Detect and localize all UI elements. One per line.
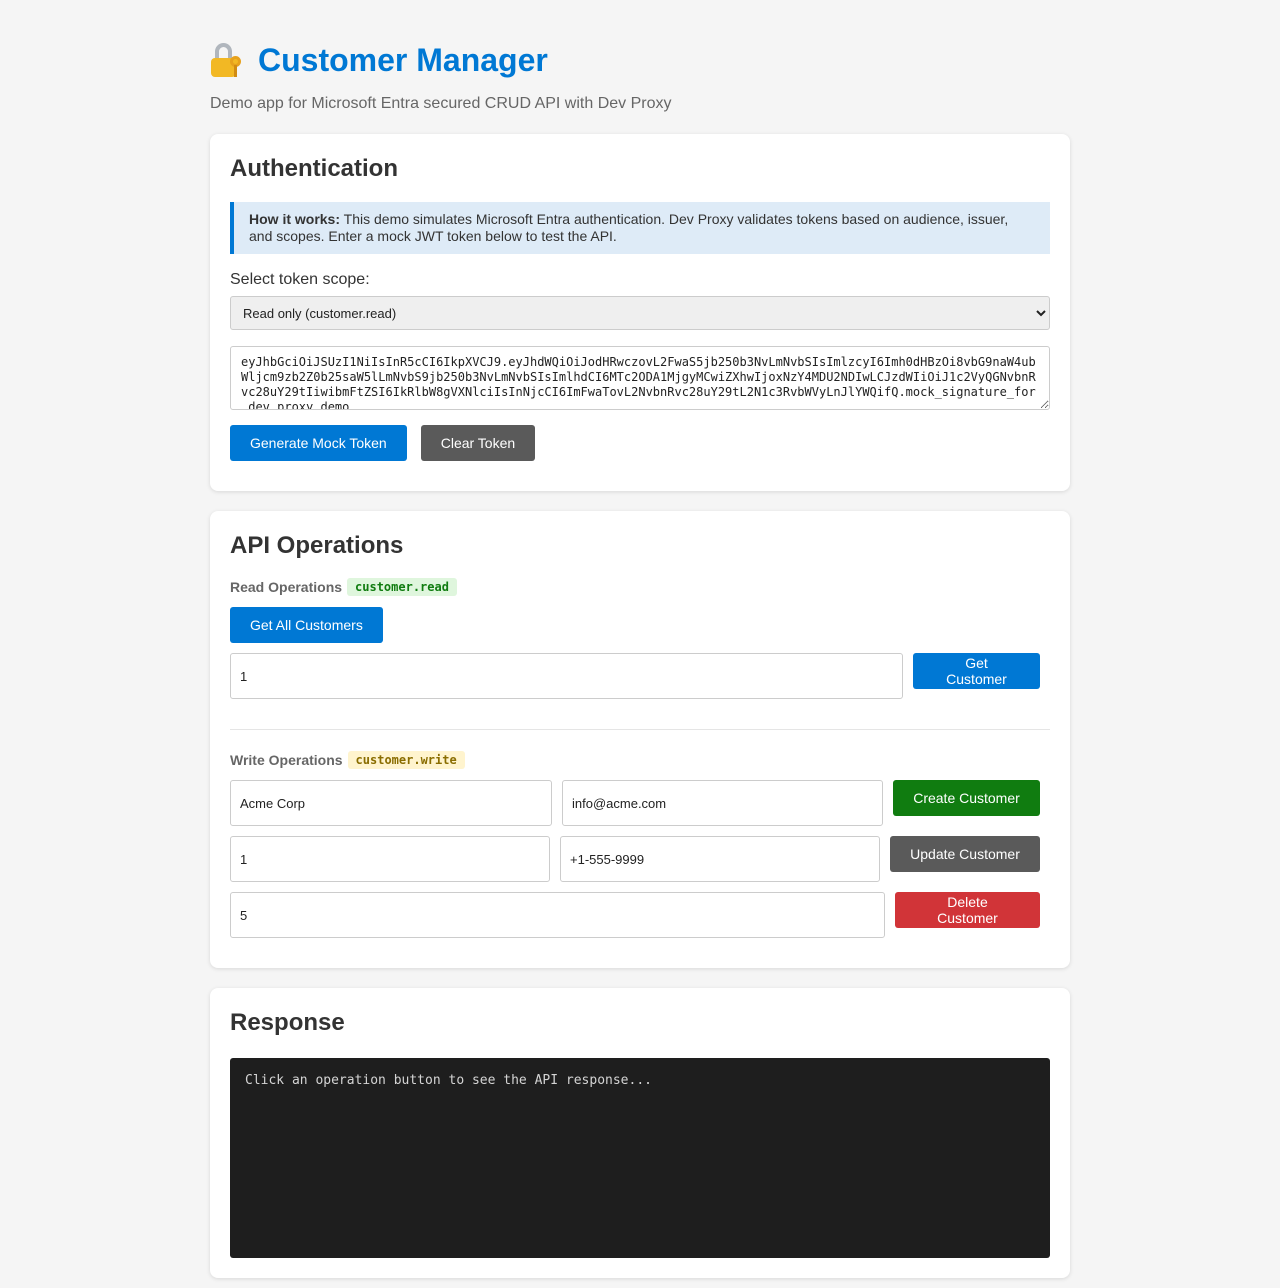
get-customer-id-input[interactable] [230,653,903,699]
token-scope-select[interactable]: Read only (customer.read) [230,296,1050,330]
page-subtitle: Demo app for Microsoft Entra secured CRU… [210,95,672,112]
locked-with-key-icon [210,42,244,78]
get-all-customers-button[interactable]: Get All Customers [230,607,383,643]
page-title-text: Customer Manager [258,42,548,78]
update-phone-input[interactable] [560,836,880,882]
token-textarea[interactable]: eyJhbGciOiJSUzI1NiIsInR5cCI6IkpXVCJ9.eyJ… [230,346,1050,410]
page-title: Customer Manager [210,40,1070,80]
api-operations-heading: API Operations [230,532,404,559]
create-email-input[interactable] [562,780,883,826]
response-card: Response Click an operation button to se… [210,988,1070,1278]
update-customer-button[interactable]: Update Customer [890,836,1040,872]
token-scope-label: Select token scope: [230,271,370,288]
api-operations-card: API Operations Read Operations customer.… [210,511,1070,968]
authentication-card: Authentication How it works: This demo s… [210,134,1070,491]
write-operations-label: Write Operations [230,752,343,768]
get-customer-button[interactable]: Get Customer [913,653,1040,689]
clear-token-button[interactable]: Clear Token [420,425,536,461]
info-bold-label: How it works: [249,211,341,227]
response-output: Click an operation button to see the API… [230,1058,1050,1258]
delete-id-input[interactable] [230,892,885,938]
generate-mock-token-button[interactable]: Generate Mock Token [230,425,407,461]
divider [230,729,1050,730]
authentication-heading: Authentication [230,155,398,182]
page-container: Customer Manager Demo app for Microsoft … [210,0,1070,1278]
read-scope-badge: customer.read [347,578,457,596]
update-id-input[interactable] [230,836,550,882]
read-operations-label: Read Operations [230,579,343,595]
info-text: This demo simulates Microsoft Entra auth… [249,211,1009,244]
write-operations-header: Write Operations customer.write [230,750,1050,770]
how-it-works-info: How it works: This demo simulates Micros… [230,202,1050,254]
response-heading: Response [230,1009,345,1036]
write-scope-badge: customer.write [347,751,465,769]
create-customer-button[interactable]: Create Customer [893,780,1040,816]
create-name-input[interactable] [230,780,552,826]
read-operations-header: Read Operations customer.read [230,577,1050,597]
delete-customer-button[interactable]: Delete Customer [895,892,1040,928]
